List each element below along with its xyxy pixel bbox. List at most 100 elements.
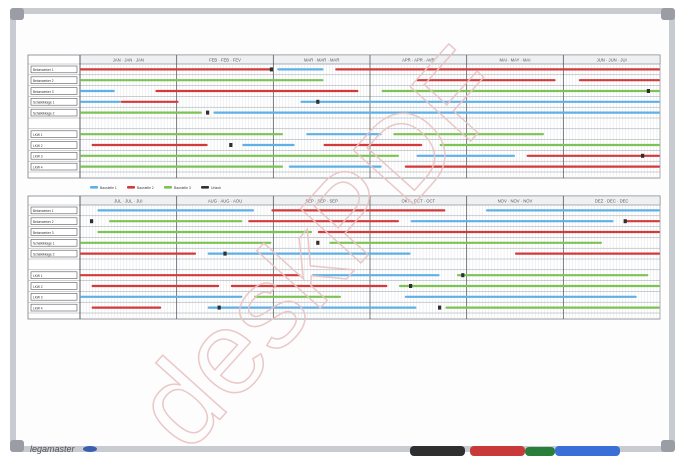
schedule-bar xyxy=(306,133,382,136)
month-header: JUL · JUL · JUI xyxy=(114,198,142,203)
schedule-bar xyxy=(80,274,301,277)
row-label: LKW 2 xyxy=(33,285,43,289)
schedule-bar xyxy=(248,220,399,223)
schedule-bar xyxy=(410,220,614,223)
month-header: AUG · AUG · AOU xyxy=(208,198,242,203)
schedule-bar xyxy=(91,143,208,147)
schedule-bar xyxy=(80,89,115,93)
marker-black[interactable] xyxy=(410,446,465,456)
legend-label: Baustelle 3 xyxy=(174,186,191,190)
schedule-bar xyxy=(526,154,660,157)
schedule-bar xyxy=(80,111,202,114)
schedule-bar xyxy=(91,306,162,309)
schedule-bar xyxy=(120,100,179,103)
row-label: Betonwerker 2 xyxy=(33,79,54,83)
legend-swatch xyxy=(201,186,209,189)
schedule-bar xyxy=(97,209,255,212)
row-label: Betonwerker 2 xyxy=(33,220,54,224)
schedule-bar xyxy=(213,111,660,114)
month-header: SEP · SEP · SEP xyxy=(305,198,338,203)
row-label: Schalkikkage 2 xyxy=(33,252,55,256)
month-header: OKT · OCT · OCT xyxy=(402,198,436,203)
legend-label: Urlaub xyxy=(211,186,221,190)
schedule-bar xyxy=(230,284,388,288)
schedule-bar xyxy=(80,165,283,168)
marker-green[interactable] xyxy=(525,447,555,456)
month-header: MAI · MAY · MAI xyxy=(499,57,530,62)
schedule-bar xyxy=(80,68,272,71)
planner-top: Betonwerker 1 Betonwerker 2 Betonwerker 3 S… xyxy=(27,54,661,179)
schedule-bar xyxy=(625,220,660,223)
row-label: Schalkikkage 2 xyxy=(33,111,55,115)
brand-logo: legamaster xyxy=(30,444,76,454)
schedule-bar xyxy=(254,295,341,298)
vacation-marker xyxy=(223,251,227,256)
legend-label: Baustelle 1 xyxy=(100,186,117,190)
schedule-bar xyxy=(404,165,660,168)
legend-swatch xyxy=(127,186,135,189)
row-label: LKW 4 xyxy=(33,165,43,169)
schedule-bar xyxy=(91,284,220,288)
schedule-bar xyxy=(445,306,660,309)
schedule-bar xyxy=(80,79,324,82)
schedule-bar xyxy=(578,79,660,82)
month-header: JUN · JUN · JUI xyxy=(597,57,627,62)
month-header: FEB · FEB · FEV xyxy=(209,57,241,62)
vacation-marker xyxy=(461,273,465,278)
row-label: LKW 3 xyxy=(33,155,43,159)
marker-red[interactable] xyxy=(470,446,525,456)
frame-corner-bl xyxy=(10,440,24,452)
schedule-bar xyxy=(80,133,283,136)
vacation-marker xyxy=(217,305,221,310)
schedule-bar xyxy=(155,89,359,93)
row-label: Betonwerker 1 xyxy=(33,68,54,72)
legend-label: Baustelle 2 xyxy=(137,186,154,190)
whiteboard-photo: Betonwerker 1 Betonwerker 2 Betonwerker 3 S… xyxy=(0,0,685,461)
row-label: Betonwerker 3 xyxy=(33,231,54,235)
schedule-bar xyxy=(207,306,417,309)
schedule-bar xyxy=(288,165,382,168)
planner-frame xyxy=(27,54,661,179)
schedule-bar xyxy=(416,79,556,82)
schedule-bar xyxy=(515,252,660,255)
schedule-bar xyxy=(439,143,660,147)
row-label: Schalkikkage 1 xyxy=(33,242,55,246)
vacation-marker xyxy=(641,153,645,158)
row-label: Schalkikkage 1 xyxy=(33,101,55,105)
schedule-bar xyxy=(300,100,660,103)
schedule-bar xyxy=(242,143,295,147)
row-label: LKW 1 xyxy=(33,274,43,278)
vacation-marker xyxy=(229,143,233,147)
legend-swatch xyxy=(90,186,98,189)
schedule-bar xyxy=(109,220,243,223)
schedule-bar xyxy=(399,284,660,288)
vacation-marker xyxy=(646,89,650,93)
frame-corner-tr xyxy=(661,8,675,20)
vacation-marker xyxy=(409,284,413,288)
row-label: Betonwerker 3 xyxy=(33,90,54,94)
frame-corner-br xyxy=(661,440,675,452)
frame-corner-tl xyxy=(10,8,24,20)
schedule-bar xyxy=(80,252,196,255)
month-header: JAN · JAN · JAN xyxy=(113,57,144,62)
brand-logo-emblem xyxy=(83,446,97,452)
vacation-marker xyxy=(316,99,320,104)
vacation-marker xyxy=(438,305,442,310)
schedule-bar xyxy=(486,209,660,212)
legend-swatch xyxy=(164,186,172,189)
year-planner-board: Betonwerker 1 Betonwerker 2 Betonwerker 3 S… xyxy=(0,0,685,461)
planner-frame xyxy=(27,195,661,320)
row-label: LKW 4 xyxy=(33,306,43,310)
schedule-bar xyxy=(97,230,313,234)
schedule-bar xyxy=(271,209,446,212)
vacation-marker xyxy=(90,219,94,224)
vacation-marker xyxy=(269,67,273,72)
month-header: APR · APR · AVR xyxy=(402,57,435,62)
schedule-bar xyxy=(277,68,324,71)
month-header: DEZ · DEC · DEC xyxy=(595,198,629,203)
row-label: LKW 2 xyxy=(33,144,43,148)
vacation-marker xyxy=(623,219,627,224)
schedule-bar xyxy=(80,154,399,157)
schedule-bar xyxy=(207,252,411,255)
marker-blue[interactable] xyxy=(555,446,620,456)
